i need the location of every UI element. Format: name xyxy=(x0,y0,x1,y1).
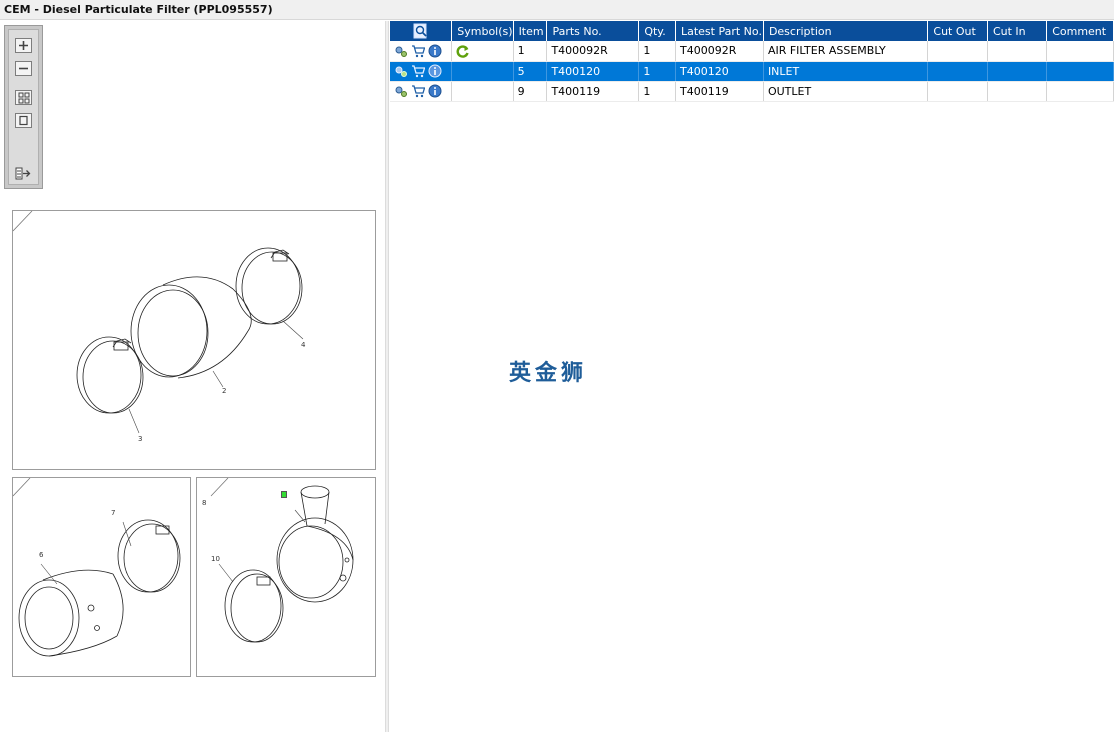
row-description: INLET xyxy=(763,61,929,82)
row-parts-no: T400119 xyxy=(546,81,640,102)
info-icon[interactable] xyxy=(428,84,442,98)
window-title: CEM - Diesel Particulate Filter (PPL0955… xyxy=(0,0,1114,20)
grid-four-icon xyxy=(18,92,30,104)
callout-label: 8 xyxy=(202,499,207,507)
row-parts-no: T400092R xyxy=(546,41,640,62)
zoom-out-button[interactable] xyxy=(15,61,32,76)
watermark: 英金狮 xyxy=(509,361,588,386)
column-header-cut-in[interactable]: Cut In xyxy=(987,21,1048,41)
show-all-button[interactable] xyxy=(15,90,32,105)
filter-body-drawing xyxy=(13,478,181,657)
column-header-cut-out[interactable]: Cut Out xyxy=(927,21,988,41)
gears-icon[interactable] xyxy=(394,64,408,78)
illustration-frame-2[interactable]: 7 6 xyxy=(12,477,191,677)
column-header-search[interactable] xyxy=(390,21,453,41)
cart-icon[interactable] xyxy=(411,84,426,98)
illustration-frame-3[interactable]: 8 10 xyxy=(196,477,376,677)
row-item: 5 xyxy=(513,61,548,82)
parts-list-pane: Symbol(s) Item Parts No. Qty. Latest Par… xyxy=(389,21,1114,732)
row-latest-part-no: T400092R xyxy=(675,41,764,62)
row-symbol xyxy=(451,41,514,62)
list-arrow-icon xyxy=(15,167,31,180)
row-actions xyxy=(390,81,453,102)
row-item: 9 xyxy=(513,81,548,102)
row-cut-in xyxy=(987,61,1048,82)
callout-label: 2 xyxy=(222,387,227,395)
export-button[interactable] xyxy=(15,166,32,181)
row-latest-part-no: T400119 xyxy=(675,81,764,102)
parts-table: Symbol(s) Item Parts No. Qty. Latest Par… xyxy=(390,21,1114,102)
column-header-symbols[interactable]: Symbol(s) xyxy=(451,21,514,41)
cart-icon[interactable] xyxy=(411,64,426,78)
info-icon[interactable] xyxy=(428,64,442,78)
gears-icon[interactable] xyxy=(394,44,408,58)
row-description: OUTLET xyxy=(763,81,929,102)
row-symbol xyxy=(451,61,514,82)
callout-label: 6 xyxy=(39,551,44,559)
row-parts-no: T400120 xyxy=(546,61,640,82)
column-header-qty[interactable]: Qty. xyxy=(638,21,676,41)
callout-label: 10 xyxy=(211,555,220,563)
row-symbol xyxy=(451,81,514,102)
row-comment xyxy=(1046,81,1114,102)
cart-icon[interactable] xyxy=(411,44,426,58)
row-comment xyxy=(1046,41,1114,62)
row-comment xyxy=(1046,61,1114,82)
callout-label: 3 xyxy=(138,435,143,443)
row-description: AIR FILTER ASSEMBLY xyxy=(763,41,929,62)
column-header-comment[interactable]: Comment xyxy=(1046,21,1114,41)
column-header-latest-part-no[interactable]: Latest Part No. xyxy=(675,21,764,41)
single-frame-icon xyxy=(19,115,28,126)
row-cut-in xyxy=(987,41,1048,62)
row-cut-out xyxy=(927,41,988,62)
row-item: 1 xyxy=(513,41,548,62)
frame-3-marker xyxy=(281,491,287,498)
row-cut-out xyxy=(927,81,988,102)
table-row-selected[interactable]: 5 T400120 1 T400120 INLET xyxy=(390,61,1114,82)
zoom-in-button[interactable] xyxy=(15,38,32,53)
minus-icon xyxy=(19,67,28,70)
info-icon[interactable] xyxy=(428,44,442,58)
row-qty: 1 xyxy=(638,61,676,82)
gears-icon[interactable] xyxy=(394,84,408,98)
row-cut-in xyxy=(987,81,1048,102)
table-row[interactable]: 1 T400092R 1 T400092R AIR FILTER ASSEMBL… xyxy=(390,41,1114,62)
callout-label: 4 xyxy=(301,341,306,349)
row-qty: 1 xyxy=(638,41,676,62)
row-actions xyxy=(390,41,453,62)
row-actions xyxy=(390,61,453,82)
column-header-description[interactable]: Description xyxy=(763,21,929,41)
refresh-icon xyxy=(456,45,469,58)
plus-icon xyxy=(19,41,28,50)
callout-label: 7 xyxy=(111,509,116,517)
outlet-drawing xyxy=(210,478,354,643)
column-header-parts-no[interactable]: Parts No. xyxy=(546,21,640,41)
row-cut-out xyxy=(927,61,988,82)
illustration-frame-1[interactable]: 4 2 3 xyxy=(12,210,376,470)
show-single-button[interactable] xyxy=(15,113,32,128)
table-header-row: Symbol(s) Item Parts No. Qty. Latest Par… xyxy=(390,21,1114,41)
row-latest-part-no: T400120 xyxy=(675,61,764,82)
search-icon xyxy=(413,23,427,39)
column-header-item[interactable]: Item xyxy=(513,21,548,41)
row-qty: 1 xyxy=(638,81,676,102)
table-row[interactable]: 9 T400119 1 T400119 OUTLET xyxy=(390,81,1114,102)
illustration-pane: 4 2 3 7 6 8 10 xyxy=(0,21,385,732)
view-toolbox xyxy=(4,25,43,189)
dpf-assembly-drawing xyxy=(13,211,304,434)
